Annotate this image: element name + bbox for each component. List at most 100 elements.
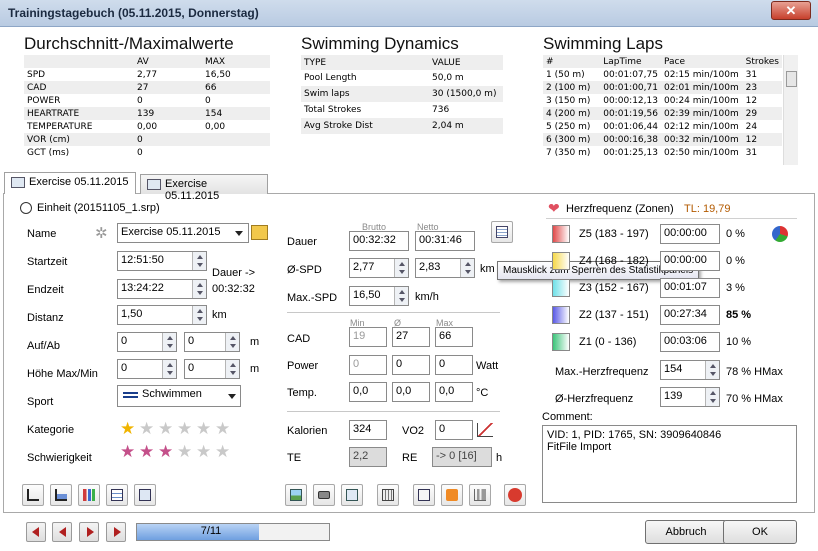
divider xyxy=(287,411,500,412)
comment-textarea[interactable]: VID: 1, PID: 1765, SN: 3909640846 FitFil… xyxy=(542,425,797,503)
zone-time-field[interactable]: 00:27:34 xyxy=(660,305,720,325)
distance-spinner[interactable] xyxy=(192,306,206,324)
max-speed-spinner[interactable] xyxy=(394,287,408,305)
divider xyxy=(546,218,797,219)
max-heartrate-spinner[interactable] xyxy=(705,361,719,379)
avg-speed-netto-spinner[interactable] xyxy=(460,259,474,277)
laps-heading: Swimming Laps xyxy=(543,34,663,53)
table-row: HEARTRATE 139 154 xyxy=(24,107,270,120)
height-min-spinner[interactable] xyxy=(225,360,239,378)
duration-label: Dauer xyxy=(287,236,317,248)
cancel-button[interactable]: Abbruch xyxy=(645,520,727,544)
stats-button[interactable] xyxy=(469,484,491,506)
heartrate-label: Herzfrequenz (Zonen) xyxy=(566,203,674,215)
last-button[interactable] xyxy=(106,522,126,542)
image-button[interactable] xyxy=(285,484,307,506)
star-icon[interactable]: ★ xyxy=(215,420,230,437)
export-icon xyxy=(346,489,358,501)
close-button[interactable]: ✕ xyxy=(771,1,811,20)
zone-time-field[interactable]: 00:00:00 xyxy=(660,251,720,271)
start-time-spinner[interactable] xyxy=(192,252,206,270)
tab-label: Exercise 05.11.2015 xyxy=(165,178,220,202)
star-icon[interactable]: ★ xyxy=(139,443,154,460)
table-row: Avg Stroke Dist 2,04 m xyxy=(301,118,503,134)
folder-icon[interactable] xyxy=(251,225,268,240)
zone-color-swatch xyxy=(552,306,570,324)
first-button[interactable] xyxy=(26,522,46,542)
device-button[interactable] xyxy=(313,484,335,506)
device-icon xyxy=(318,491,330,499)
stats-icon xyxy=(474,489,486,501)
end-time-spinner[interactable] xyxy=(192,280,206,298)
star-icon[interactable]: ★ xyxy=(177,443,192,460)
pie-chart-icon[interactable] xyxy=(772,226,788,242)
star-icon[interactable]: ★ xyxy=(177,420,192,437)
document-button[interactable] xyxy=(413,484,435,506)
tab-exercise-2[interactable]: Exercise 05.11.2015 xyxy=(140,174,268,202)
next-icon xyxy=(87,527,94,537)
te-label: TE xyxy=(287,452,302,464)
gear-icon[interactable]: ✲ xyxy=(95,226,111,242)
first-icon xyxy=(32,527,39,537)
bar-chart-button[interactable] xyxy=(78,484,100,506)
max-speed-unit: km/h xyxy=(415,291,439,303)
previous-icon xyxy=(59,527,66,537)
avg-speed-brutto-spinner[interactable] xyxy=(394,259,408,277)
zone-time-field[interactable]: 00:03:06 xyxy=(660,332,720,352)
previous-button[interactable] xyxy=(52,522,72,542)
temp-max-field[interactable]: 0,0 xyxy=(435,382,473,402)
stopwatch-icon xyxy=(20,202,32,214)
star-icon[interactable]: ★ xyxy=(215,443,230,460)
sort-button[interactable] xyxy=(134,484,156,506)
next-button[interactable] xyxy=(79,522,99,542)
difficulty-label: Schwierigkeit xyxy=(27,452,92,464)
calendar-icon xyxy=(11,177,25,188)
name-dropdown[interactable]: Exercise 05.11.2015 xyxy=(117,223,249,243)
line-chart-icon xyxy=(27,489,39,501)
cad-min-field: 19 xyxy=(349,327,387,347)
chevron-down-icon xyxy=(235,231,243,236)
calendar-icon xyxy=(147,179,161,190)
table-button[interactable] xyxy=(106,484,128,506)
temp-min-field[interactable]: 0,0 xyxy=(349,382,387,402)
star-icon[interactable]: ★ xyxy=(139,420,154,437)
rss-button[interactable] xyxy=(441,484,463,506)
star-icon[interactable]: ★ xyxy=(158,443,173,460)
star-icon[interactable]: ★ xyxy=(196,420,211,437)
zone-time-field[interactable]: 00:00:00 xyxy=(660,224,720,244)
area-chart-icon xyxy=(55,489,67,501)
cad-max-field[interactable]: 66 xyxy=(435,327,473,347)
vo2-field[interactable]: 0 xyxy=(435,420,473,440)
zone-time-field[interactable]: 00:01:07 xyxy=(660,278,720,298)
laps-table: # LapTime Pace Strokes 1 (50 m) 00:01:07,75 0… xyxy=(543,55,782,159)
delete-button[interactable] xyxy=(504,484,526,506)
lock-stats-button[interactable] xyxy=(491,221,513,243)
power-min-field: 0 xyxy=(349,355,387,375)
ok-button[interactable]: OK xyxy=(723,520,797,544)
table-row: 7 (350 m) 00:01:25,13 02:50 min/100m 31 xyxy=(546,147,758,158)
table-row: 1 (50 m) 00:01:07,75 02:15 min/100m 31 xyxy=(546,69,758,80)
cad-avg-field[interactable]: 27 xyxy=(392,327,430,347)
line-chart-button[interactable] xyxy=(22,484,44,506)
ascent-spinner[interactable] xyxy=(162,333,176,351)
tab-exercise-1[interactable]: Exercise 05.11.2015 xyxy=(4,172,136,194)
star-icon[interactable]: ★ xyxy=(120,420,135,437)
export-button[interactable] xyxy=(341,484,363,506)
laps-scrollbar[interactable] xyxy=(783,55,798,165)
calories-field[interactable]: 324 xyxy=(349,420,387,440)
last-icon xyxy=(114,527,121,537)
power-avg-field[interactable]: 0 xyxy=(392,355,430,375)
height-max-spinner[interactable] xyxy=(162,360,176,378)
descent-spinner[interactable] xyxy=(225,333,239,351)
star-icon[interactable]: ★ xyxy=(120,443,135,460)
temp-avg-field[interactable]: 0,0 xyxy=(392,382,430,402)
star-icon[interactable]: ★ xyxy=(196,443,211,460)
area-chart-button[interactable] xyxy=(50,484,72,506)
scrollbar-thumb[interactable] xyxy=(786,71,797,87)
calculator-button[interactable] xyxy=(377,484,399,506)
power-max-field[interactable]: 0 xyxy=(435,355,473,375)
star-icon[interactable]: ★ xyxy=(158,420,173,437)
avg-heartrate-spinner[interactable] xyxy=(705,388,719,406)
vo2-chart-icon[interactable] xyxy=(477,423,493,437)
distance-unit: km xyxy=(212,309,227,321)
